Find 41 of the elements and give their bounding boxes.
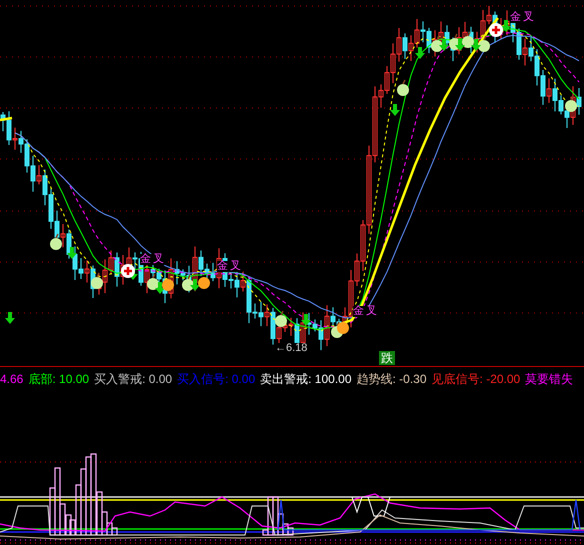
apple-icon bbox=[50, 234, 62, 250]
apple-icon bbox=[431, 36, 443, 52]
indicator-reading: 买入信号: 0.00 bbox=[177, 372, 256, 384]
cross-signal-label: 金叉 bbox=[217, 261, 243, 272]
apple-icon bbox=[397, 80, 409, 96]
indicator-reading: 见底信号: -20.00 bbox=[432, 372, 520, 384]
apple-icon bbox=[91, 272, 103, 289]
down-arrow-icon bbox=[471, 39, 481, 51]
down-arrow-icon bbox=[190, 279, 200, 291]
indicator-reading: 卖出警戒: 100.00 bbox=[260, 372, 352, 384]
down-arrow-icon bbox=[439, 39, 449, 51]
cross-signal-label: 金叉 bbox=[353, 306, 379, 317]
signal-badge: 跌 bbox=[379, 351, 395, 365]
indicator-reading: 莫要错失 bbox=[525, 372, 574, 384]
cross-signal-label: 金叉 bbox=[510, 12, 536, 23]
low-price-label: ←6.18 bbox=[275, 343, 308, 354]
down-arrow-icon bbox=[415, 47, 425, 59]
down-arrow-icon bbox=[155, 282, 165, 294]
down-arrow-icon bbox=[390, 104, 400, 116]
apple-icon bbox=[462, 32, 474, 48]
indicator-reading: 趋势线: -0.30 bbox=[356, 372, 427, 384]
apple-icon bbox=[565, 96, 577, 112]
down-arrow-icon bbox=[5, 312, 15, 324]
fruit-icon bbox=[337, 322, 349, 334]
indicator-reading: 买入警戒: 0.00 bbox=[94, 372, 172, 384]
plus-circle-icon bbox=[489, 23, 503, 37]
down-arrow-icon bbox=[67, 247, 77, 259]
fruit-icon bbox=[198, 277, 210, 289]
apple-icon bbox=[147, 274, 159, 290]
apple-icon bbox=[275, 310, 287, 327]
down-arrow-icon bbox=[301, 314, 311, 326]
cross-signal-label: 金叉 bbox=[140, 254, 166, 265]
fruit-icon bbox=[162, 279, 174, 291]
down-arrow-icon bbox=[455, 39, 465, 51]
down-arrow-icon bbox=[501, 20, 511, 32]
indicator-value: 4.66 bbox=[0, 372, 24, 384]
apple-icon bbox=[182, 274, 194, 291]
plus-circle-icon bbox=[121, 264, 135, 278]
indicator-reading: 底部: 10.00 bbox=[28, 372, 90, 384]
trend-line bbox=[0, 116, 12, 122]
apple-icon bbox=[478, 36, 490, 52]
